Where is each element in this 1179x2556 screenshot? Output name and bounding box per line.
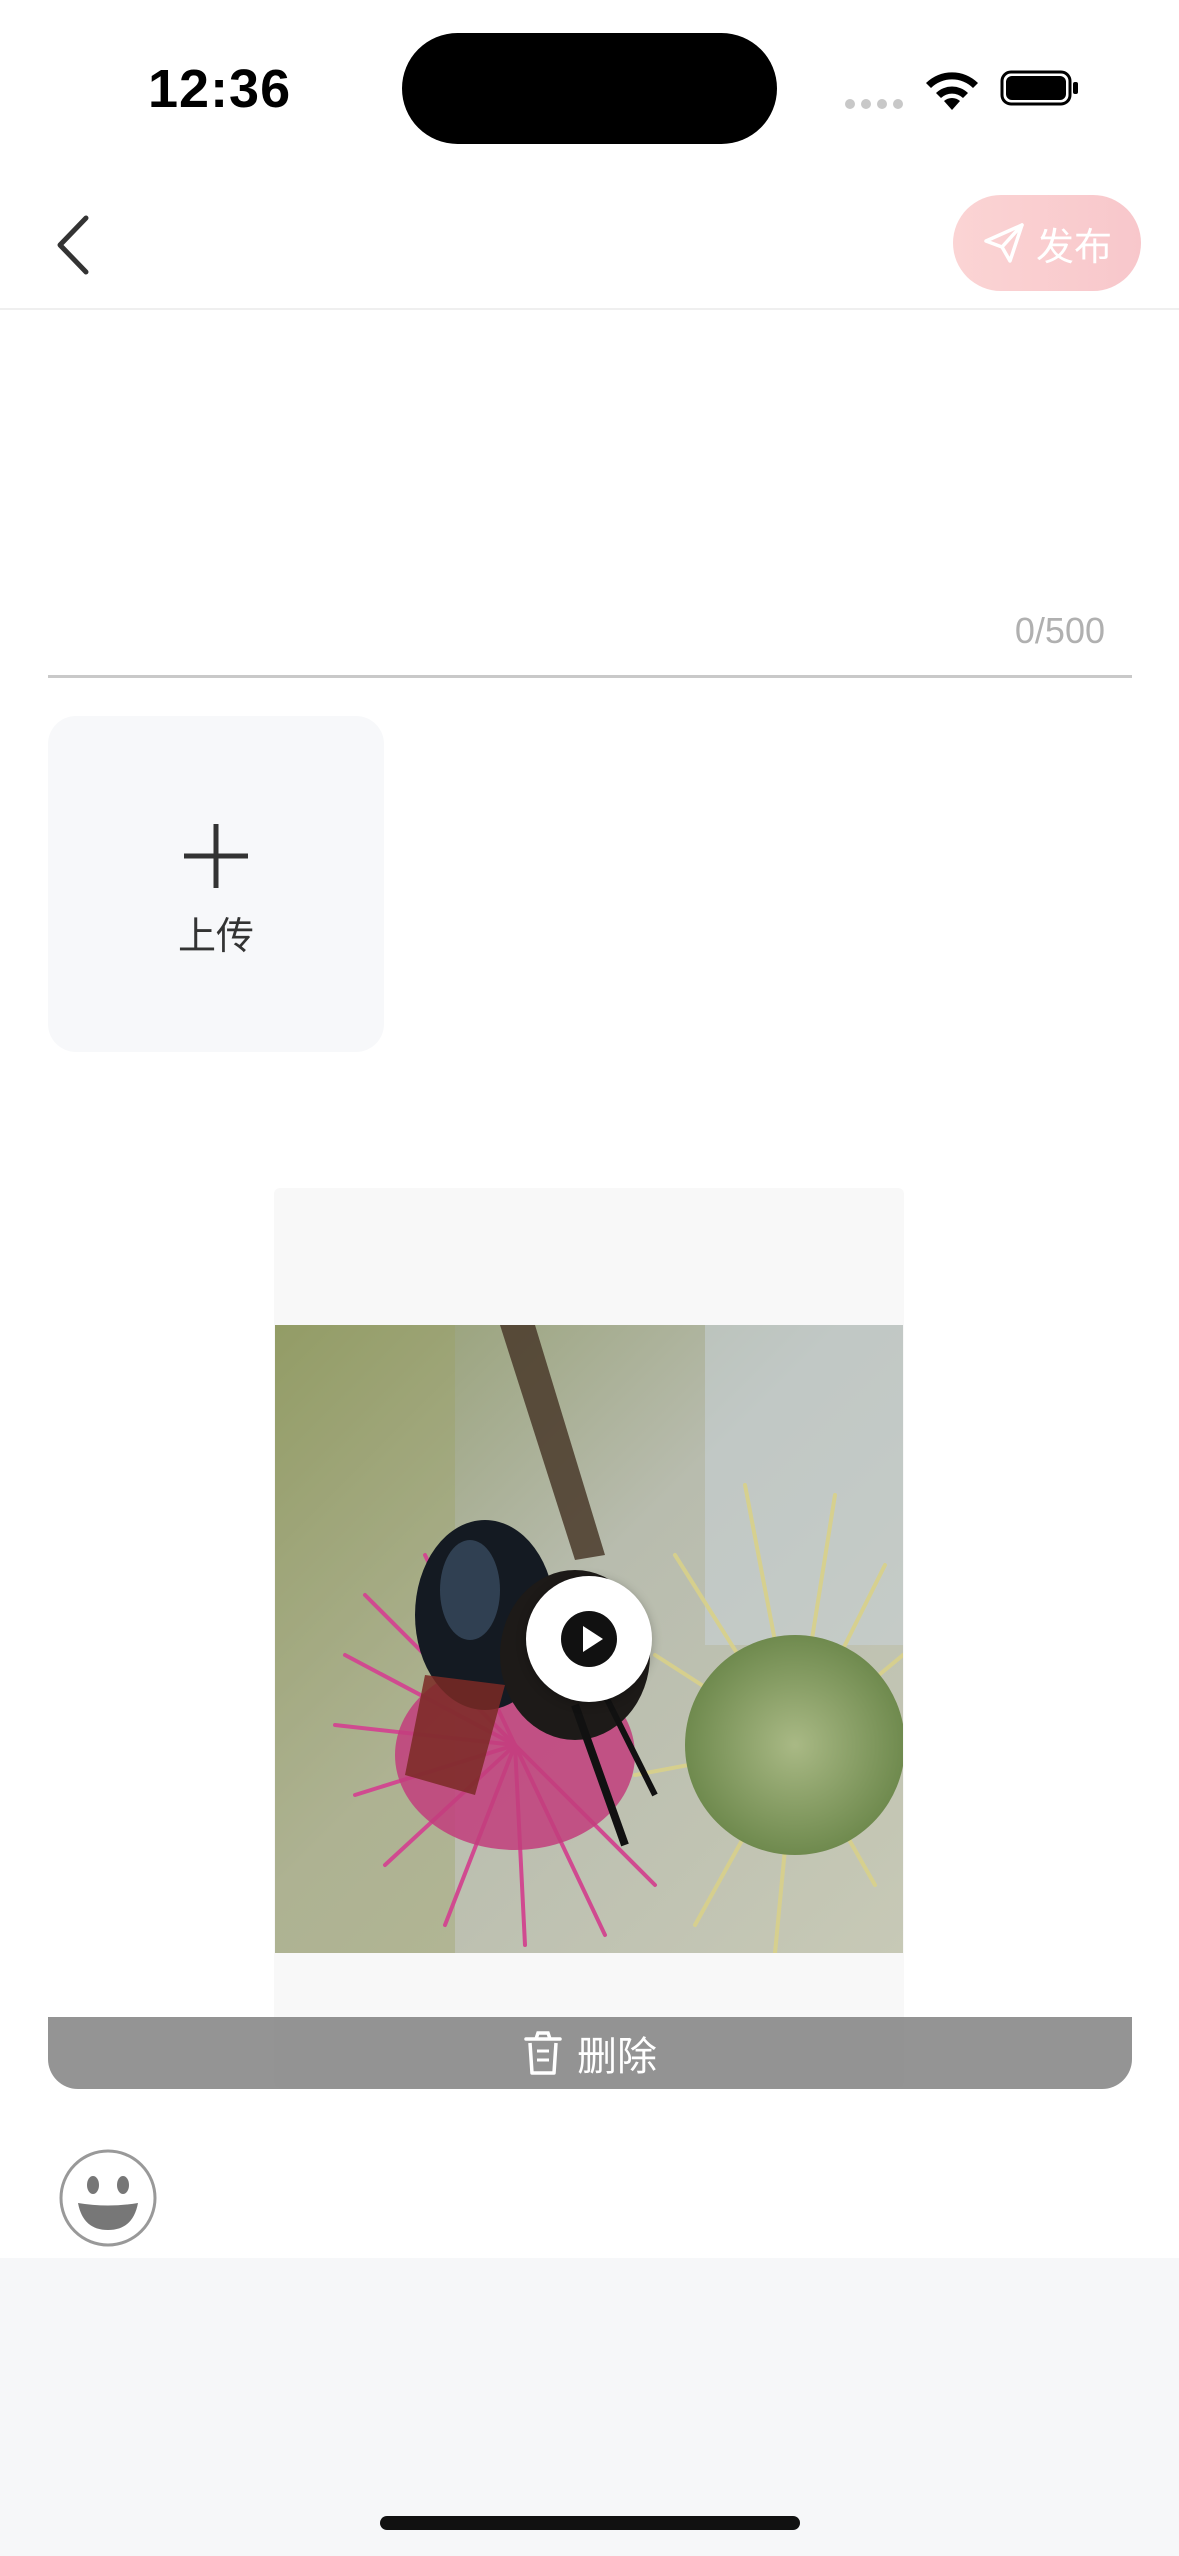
delete-button[interactable]: 删除 <box>48 2017 1132 2089</box>
trash-icon <box>524 2031 562 2075</box>
status-time: 12:36 <box>148 59 292 119</box>
battery-icon <box>1000 70 1078 106</box>
char-count: 0/500 <box>1014 610 1105 651</box>
send-icon <box>984 223 1024 263</box>
bottom-panel <box>0 2258 1179 2556</box>
plus-icon <box>184 824 248 888</box>
back-arrow-icon[interactable] <box>50 210 100 280</box>
cellular-signal-icon <box>845 94 909 113</box>
wifi-icon <box>926 72 978 110</box>
emoji-icon[interactable] <box>58 2148 158 2248</box>
play-button[interactable] <box>526 1576 652 1702</box>
header-divider <box>0 308 1179 310</box>
publish-button[interactable]: 发布 <box>953 195 1141 291</box>
dynamic-island <box>402 33 777 144</box>
delete-label: 删除 <box>577 2034 657 2080</box>
upload-label: 上传 <box>177 914 254 958</box>
post-text-input[interactable] <box>48 320 1132 676</box>
input-underline <box>48 675 1132 678</box>
play-icon <box>561 1611 617 1667</box>
publish-label: 发布 <box>1035 224 1112 269</box>
home-indicator[interactable] <box>380 2516 800 2530</box>
